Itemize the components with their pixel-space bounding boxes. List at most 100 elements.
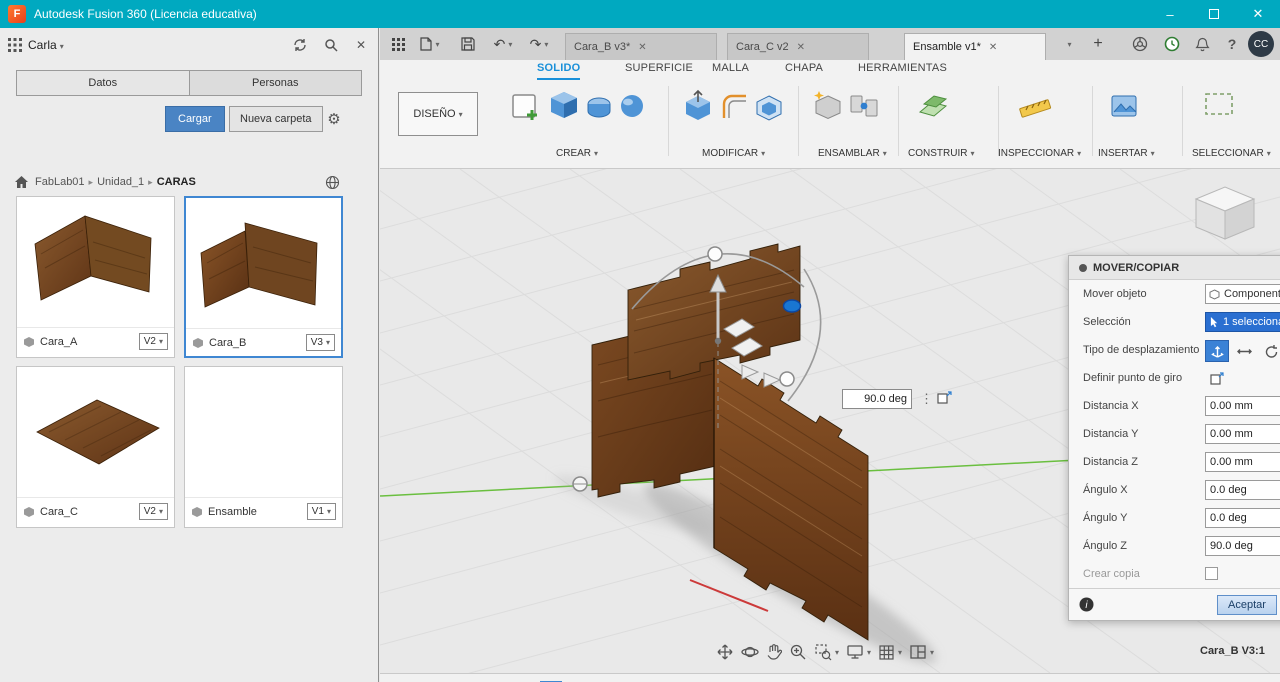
tab-datos[interactable]: Datos — [17, 71, 189, 95]
ribbon-tab-herramientas[interactable]: HERRAMIENTAS — [858, 62, 947, 80]
angle-y-input[interactable] — [1205, 508, 1280, 528]
angle-input-box[interactable] — [842, 389, 912, 409]
selection-chip[interactable]: 1 selecciona — [1205, 312, 1280, 332]
document-tab-cara-c[interactable]: Cara_C v2 ✕ — [727, 33, 869, 60]
collaboration-globe-icon[interactable] — [320, 170, 344, 194]
dialog-header[interactable]: MOVER/COPIAR — [1069, 256, 1280, 280]
construct-plane-icon[interactable] — [916, 90, 950, 122]
user-menu[interactable]: Carla — [28, 38, 64, 52]
group-seleccionar[interactable]: SELECCIONAR — [1192, 148, 1271, 159]
workspace-selector[interactable]: DISEÑO — [398, 92, 478, 136]
item-card-ensamble[interactable]: Ensamble V1 — [184, 366, 343, 528]
joint-icon[interactable] — [848, 90, 880, 122]
ribbon-tab-chapa[interactable]: CHAPA — [785, 62, 823, 80]
document-tab-ensamble[interactable]: Ensamble v1* ✕ — [904, 33, 1046, 60]
home-icon[interactable] — [14, 175, 29, 189]
group-construir[interactable]: CONSTRUIR — [908, 148, 974, 159]
maximize-button[interactable] — [1192, 0, 1236, 28]
group-inspeccionar[interactable]: INSPECCIONAR — [998, 148, 1081, 159]
angle-input[interactable] — [843, 390, 911, 408]
version-dropdown[interactable]: V3 — [305, 334, 335, 351]
distance-z-input[interactable] — [1205, 452, 1280, 472]
new-component-icon[interactable] — [810, 88, 844, 122]
tab-close-icon[interactable]: ✕ — [638, 42, 646, 53]
fit-view-icon[interactable] — [716, 643, 734, 661]
more-options-icon[interactable]: ⋮ — [920, 391, 933, 407]
breadcrumb-folder[interactable]: Unidad_1 — [97, 176, 157, 188]
item-card-cara-b[interactable]: Cara_B V3 — [184, 196, 343, 358]
viewport-layout-icon[interactable] — [909, 644, 934, 660]
move-type-translate-icon[interactable] — [1232, 340, 1256, 362]
panel-close-icon[interactable]: ✕ — [349, 33, 373, 57]
app-launcher-grid-icon[interactable] — [386, 32, 410, 56]
tab-personas[interactable]: Personas — [188, 71, 362, 95]
rotate-handle-active[interactable] — [782, 299, 802, 313]
tab-list-dropdown-icon[interactable] — [1056, 32, 1080, 56]
save-icon[interactable] — [456, 32, 480, 56]
document-tab-cara-b[interactable]: Cara_B v3* ✕ — [565, 33, 717, 60]
translate-x-arrow[interactable] — [741, 364, 760, 380]
version-dropdown[interactable]: V2 — [138, 503, 168, 520]
select-icon[interactable] — [1202, 90, 1236, 120]
fillet-icon[interactable] — [720, 92, 750, 122]
item-card-cara-c[interactable]: Cara_C V2 — [16, 366, 175, 528]
rotate-handle[interactable] — [707, 246, 723, 262]
insert-icon[interactable] — [1108, 90, 1140, 122]
group-ensamblar[interactable]: ENSAMBLAR — [818, 148, 887, 159]
info-icon[interactable]: i — [1079, 597, 1094, 612]
manipulator-origin[interactable] — [714, 337, 722, 345]
zoom-window-icon[interactable] — [814, 643, 839, 661]
app-grid-icon[interactable] — [8, 38, 22, 52]
minimize-button[interactable]: – — [1148, 0, 1192, 28]
group-insertar[interactable]: INSERTAR — [1098, 148, 1155, 159]
extensions-icon[interactable] — [1128, 32, 1152, 56]
rotate-handle[interactable] — [779, 371, 795, 387]
upload-button[interactable]: Cargar — [165, 106, 225, 132]
shell-icon[interactable] — [754, 92, 784, 122]
notifications-bell-icon[interactable] — [1190, 32, 1214, 56]
redo-icon[interactable]: ↷ — [522, 32, 556, 56]
create-sketch-icon[interactable] — [508, 88, 544, 124]
job-status-clock-icon[interactable] — [1160, 32, 1184, 56]
set-pivot-mini-icon[interactable] — [936, 390, 953, 407]
pan-hand-icon[interactable] — [766, 643, 782, 661]
set-pivot-icon[interactable] — [1205, 368, 1229, 390]
search-icon[interactable] — [319, 33, 343, 57]
zoom-icon[interactable] — [789, 643, 807, 661]
angle-x-input[interactable] — [1205, 480, 1280, 500]
display-settings-icon[interactable] — [846, 644, 871, 660]
ribbon-tab-malla[interactable]: MALLA — [712, 62, 749, 80]
orbit-icon[interactable] — [741, 643, 759, 661]
distance-y-input[interactable] — [1205, 424, 1280, 444]
file-menu-icon[interactable] — [414, 32, 446, 56]
revolve-icon[interactable] — [584, 92, 614, 122]
user-avatar[interactable]: CC — [1248, 31, 1274, 57]
ribbon-tab-superficie[interactable]: SUPERFICIE — [625, 62, 693, 80]
tab-close-icon[interactable]: ✕ — [797, 42, 805, 53]
version-dropdown[interactable]: V2 — [138, 333, 168, 350]
press-pull-icon[interactable] — [680, 88, 716, 124]
refresh-icon[interactable] — [288, 33, 312, 57]
undo-icon[interactable]: ↶ — [486, 32, 520, 56]
measure-icon[interactable] — [1018, 90, 1052, 122]
new-folder-button[interactable]: Nueva carpeta — [229, 106, 323, 132]
version-dropdown[interactable]: V1 — [306, 503, 336, 520]
group-crear[interactable]: CREAR — [556, 148, 598, 159]
close-button[interactable]: ✕ — [1236, 0, 1280, 28]
grid-snap-icon[interactable] — [878, 644, 902, 661]
sphere-icon[interactable] — [618, 92, 646, 120]
extrude-icon[interactable] — [546, 88, 582, 124]
item-card-cara-a[interactable]: Cara_A V2 — [16, 196, 175, 358]
angle-z-input[interactable] — [1205, 536, 1280, 556]
tab-close-icon[interactable]: ✕ — [989, 42, 997, 53]
help-icon[interactable]: ? — [1220, 32, 1244, 56]
move-object-dropdown[interactable]: Componentes — [1205, 284, 1280, 304]
view-cube[interactable] — [1194, 186, 1256, 240]
group-modificar[interactable]: MODIFICAR — [702, 148, 765, 159]
new-tab-plus-icon[interactable]: + — [1086, 32, 1110, 56]
ribbon-tab-solido[interactable]: SOLIDO — [537, 62, 581, 80]
move-type-rotate-icon[interactable] — [1259, 340, 1280, 362]
breadcrumb-folder[interactable]: FabLab01 — [35, 176, 97, 188]
create-copy-checkbox[interactable] — [1205, 567, 1218, 580]
distance-x-input[interactable] — [1205, 396, 1280, 416]
